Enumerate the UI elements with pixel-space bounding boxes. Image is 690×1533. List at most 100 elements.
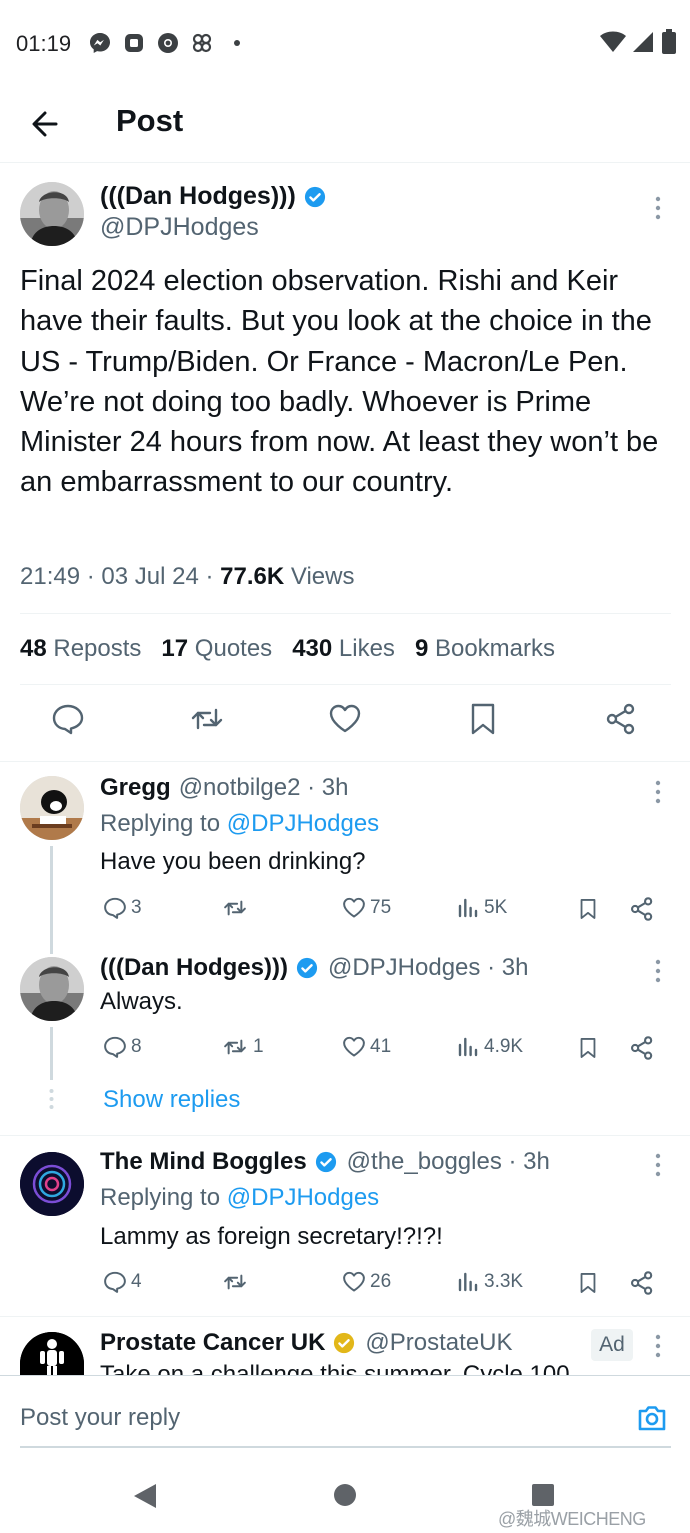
replying-to: Replying to @DPJHodges <box>100 810 379 838</box>
status-time: 01:19 <box>16 31 72 56</box>
like-button[interactable]: 75 <box>342 896 391 920</box>
top-app-bar: Post <box>0 86 690 163</box>
repost-count: 1 <box>253 1036 264 1057</box>
reply-author-name[interactable]: The Mind Boggles <box>100 1148 307 1176</box>
replying-to-label: Replying to <box>100 810 221 837</box>
views-count: 3.3K <box>484 1271 524 1292</box>
reply-count: 3 <box>131 897 142 918</box>
views-icon <box>458 898 478 918</box>
more-options-icon[interactable] <box>648 1150 668 1180</box>
chrome-icon <box>158 33 178 53</box>
repost-icon[interactable] <box>190 702 224 736</box>
avatar[interactable] <box>20 1332 84 1375</box>
likes-label: Likes <box>338 635 395 662</box>
author-name[interactable]: (((Dan Hodges))) <box>100 182 326 211</box>
likes-stat[interactable]: 430 Likes <box>292 635 395 663</box>
share-icon <box>630 897 653 921</box>
views-button[interactable]: 3.3K <box>456 1270 523 1294</box>
like-icon <box>343 1036 365 1057</box>
composer-underline <box>20 1446 671 1448</box>
reply-actions: 3 75 5K <box>100 896 670 926</box>
author-handle[interactable]: @DPJHodges <box>100 213 259 242</box>
bookmarks-stat[interactable]: 9 Bookmarks <box>415 635 555 663</box>
reply-button[interactable]: 4 <box>103 1270 142 1294</box>
quotes-stat[interactable]: 17 Quotes <box>161 635 272 663</box>
reply-author-handle[interactable]: @DPJHodges · 3h <box>328 954 528 982</box>
camera-icon[interactable] <box>636 1402 668 1434</box>
show-replies-link[interactable]: Show replies <box>103 1086 240 1114</box>
reply-button[interactable]: 8 <box>103 1035 142 1059</box>
reply-author-name[interactable]: Gregg <box>100 774 171 802</box>
avatar[interactable] <box>20 1152 84 1216</box>
ad-author-handle[interactable]: @ProstateUK <box>365 1329 512 1357</box>
app-icon <box>125 34 143 52</box>
like-button[interactable]: 26 <box>342 1270 391 1294</box>
divider <box>0 1135 690 1136</box>
reply-actions: 8 1 41 4.9K <box>100 1035 670 1065</box>
avatar[interactable] <box>20 957 84 1021</box>
repost-button[interactable] <box>221 1270 253 1294</box>
reply-count: 4 <box>131 1271 142 1292</box>
views-button[interactable]: 4.9K <box>456 1035 523 1059</box>
nav-home-icon[interactable] <box>333 1483 357 1507</box>
avatar[interactable] <box>20 182 84 246</box>
reply-input[interactable] <box>20 1404 580 1432</box>
repost-button[interactable]: 1 <box>221 1035 264 1059</box>
views-label[interactable]: Views <box>291 563 355 590</box>
repost-icon <box>224 1039 246 1055</box>
more-options-icon[interactable] <box>648 956 668 986</box>
bookmark-icon[interactable] <box>466 702 500 736</box>
nav-recents-icon[interactable] <box>531 1483 555 1507</box>
quotes-count: 17 <box>161 635 189 662</box>
arrow-left-icon[interactable] <box>26 104 66 144</box>
reply-author-handle[interactable]: @notbilge2 · 3h <box>179 774 349 802</box>
divider <box>0 1316 690 1317</box>
more-options-icon[interactable] <box>648 193 668 223</box>
share-icon <box>630 1271 653 1295</box>
reply-header: The Mind Boggles @the_boggles · 3h <box>100 1148 550 1176</box>
bookmark-button[interactable] <box>577 1035 599 1061</box>
nav-back-icon[interactable] <box>132 1482 158 1510</box>
like-count: 26 <box>370 1271 392 1292</box>
engagement-stats: 48 Reposts 17 Quotes 430 Likes 9 Bookmar… <box>20 613 671 685</box>
bookmark-button[interactable] <box>577 896 599 922</box>
reply-count: 8 <box>131 1036 142 1057</box>
wifi-icon <box>600 31 626 52</box>
share-icon[interactable] <box>604 702 638 736</box>
messenger-icon <box>90 33 110 53</box>
status-bar: 01:19 <box>0 0 690 86</box>
bookmark-button[interactable] <box>577 1270 599 1296</box>
reply-button[interactable]: 3 <box>103 896 142 920</box>
reposts-stat[interactable]: 48 Reposts <box>20 635 141 663</box>
thread-line <box>50 1027 53 1080</box>
replying-to-handle[interactable]: @DPJHodges <box>227 1184 379 1211</box>
share-button[interactable] <box>629 896 655 922</box>
more-options-icon[interactable] <box>648 1331 668 1361</box>
reply-author-handle[interactable]: @the_boggles · 3h <box>347 1148 550 1176</box>
reply-author-name[interactable]: (((Dan Hodges))) <box>100 954 288 982</box>
reply-icon[interactable] <box>51 702 85 736</box>
reply-header: (((Dan Hodges))) @DPJHodges · 3h <box>100 954 528 982</box>
reposts-label: Reposts <box>53 635 142 662</box>
repost-button[interactable] <box>221 896 253 920</box>
views-icon <box>458 1037 478 1057</box>
bookmarks-label: Bookmarks <box>434 635 556 662</box>
pinwheel-icon <box>192 33 212 53</box>
avatar[interactable] <box>20 776 84 840</box>
views-button[interactable]: 5K <box>456 896 507 920</box>
share-button[interactable] <box>629 1270 655 1296</box>
page-title: Post <box>116 103 184 138</box>
like-icon[interactable] <box>328 702 362 736</box>
like-icon <box>343 897 365 918</box>
more-options-icon[interactable] <box>648 777 668 807</box>
reply-icon <box>104 1036 126 1058</box>
post-meta: 21:49 · 03 Jul 24 · 77.6K Views <box>20 563 354 591</box>
share-button[interactable] <box>629 1035 655 1061</box>
ad-author-name[interactable]: Prostate Cancer UK <box>100 1329 325 1357</box>
bookmark-icon <box>580 1038 596 1058</box>
replying-to-handle[interactable]: @DPJHodges <box>227 810 379 837</box>
post-date: 03 Jul 24 <box>101 563 199 590</box>
views-count[interactable]: 77.6K <box>220 563 284 590</box>
reply-icon <box>104 1271 126 1293</box>
like-button[interactable]: 41 <box>342 1035 391 1059</box>
